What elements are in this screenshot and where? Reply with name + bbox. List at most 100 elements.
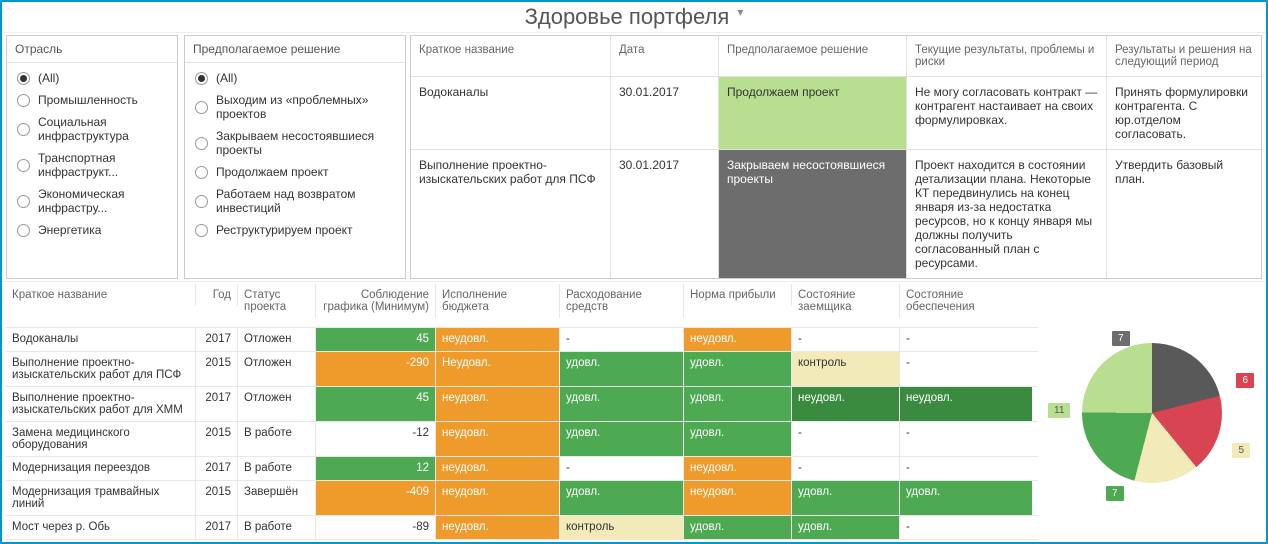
grid-cell: удовл. bbox=[684, 387, 792, 421]
detail-cell: Не могу согласовать контракт — контраген… bbox=[907, 77, 1107, 149]
grid-header[interactable]: Краткое название bbox=[6, 284, 196, 306]
grid-cell: 45 bbox=[316, 387, 436, 421]
grid-cell: - bbox=[792, 422, 900, 456]
top-section: Отрасль (All) Промышленность Социальная ин… bbox=[2, 33, 1266, 281]
grid-cell: - bbox=[900, 457, 1032, 480]
page-title-bar: Здоровье портфеля ▾ bbox=[2, 2, 1266, 33]
grid-cell: удовл. bbox=[560, 387, 684, 421]
slicer-item-label: (All) bbox=[216, 71, 237, 85]
slicer-item[interactable]: Закрываем несостоявшиеся проекты bbox=[187, 125, 403, 161]
detail-cell: Закрываем несостоявшиеся проекты bbox=[719, 150, 907, 278]
detail-header[interactable]: Предполагаемое решение bbox=[719, 36, 907, 76]
grid-cell: - bbox=[900, 422, 1032, 456]
page-title: Здоровье портфеля bbox=[525, 4, 730, 29]
pie-wrap: 7 6 5 7 11 bbox=[1072, 333, 1232, 493]
grid-cell: контроль bbox=[560, 516, 684, 539]
detail-cell: Выполнение проектно-изыскательских работ… bbox=[411, 150, 611, 278]
grid-cell: Выполнение проектно-изыскательских работ… bbox=[6, 352, 196, 386]
grid-cell: удовл. bbox=[684, 422, 792, 456]
slicer-industry-header: Отрасль bbox=[7, 36, 177, 63]
slicer-item-label: Работаем над возвратом инвестиций bbox=[216, 187, 395, 215]
grid-cell: неудовл. bbox=[436, 516, 560, 539]
grid-cell: В работе bbox=[238, 422, 316, 456]
slicer-item-label: (All) bbox=[38, 71, 59, 85]
grid-header[interactable]: Год bbox=[196, 284, 238, 306]
slicer-decision: Предполагаемое решение (All)Выходим из «… bbox=[184, 35, 406, 279]
grid-header[interactable]: Соблюдение графика (Минимум) bbox=[316, 284, 436, 318]
grid-row[interactable]: Модернизация трамвайных линий2015Завершё… bbox=[6, 481, 1038, 516]
grid-cell: 12 bbox=[316, 457, 436, 480]
grid-header[interactable]: Состояние заемщика bbox=[792, 284, 900, 318]
grid-row[interactable]: Модернизация переездов2017В работе12неуд… bbox=[6, 457, 1038, 481]
slicer-item[interactable]: Выходим из «проблемных» проектов bbox=[187, 89, 403, 125]
grid-header[interactable]: Исполнение бюджета bbox=[436, 284, 560, 318]
slicer-item[interactable]: (All) bbox=[187, 67, 403, 89]
slicer-item[interactable]: Транспортная инфраструкт... bbox=[9, 147, 175, 183]
filter-icon[interactable]: ▾ bbox=[737, 5, 743, 19]
pie-label: 11 bbox=[1048, 403, 1070, 418]
slicer-industry-body: (All) Промышленность Социальная инфраструк… bbox=[7, 63, 177, 245]
slicer-item[interactable]: Промышленность bbox=[9, 89, 175, 111]
grid-cell: 2017 bbox=[196, 516, 238, 539]
slicer-item-label: Реструктурируем проект bbox=[216, 223, 353, 237]
grid-cell: неудовл. bbox=[792, 387, 900, 421]
radio-icon bbox=[17, 224, 30, 237]
slicer-item[interactable]: Реструктурируем проект bbox=[187, 219, 403, 241]
grid-cell: Выполнение проектно-изыскательских работ… bbox=[6, 387, 196, 421]
grid-header[interactable]: Статус проекта bbox=[238, 284, 316, 318]
grid-cell: - bbox=[792, 457, 900, 480]
radio-icon bbox=[195, 195, 208, 208]
detail-header[interactable]: Результаты и решения на следующий период bbox=[1107, 36, 1261, 76]
slicer-item[interactable]: Работаем над возвратом инвестиций bbox=[187, 183, 403, 219]
grid-cell: удовл. bbox=[792, 516, 900, 539]
grid-row[interactable]: Мост через р. Обь2017В работе-89неудовл.… bbox=[6, 516, 1038, 540]
grid-header[interactable]: Расходование средств bbox=[560, 284, 684, 318]
grid-cell: Модернизация трамвайных линий bbox=[6, 481, 196, 515]
pie-chart[interactable]: 7 6 5 7 11 bbox=[1042, 284, 1262, 541]
detail-cell: Утвердить базовый план. bbox=[1107, 150, 1261, 278]
grid-cell: удовл. bbox=[684, 352, 792, 386]
detail-row[interactable]: Выполнение проектно-изыскательских работ… bbox=[411, 150, 1261, 279]
slicer-item-label: Продолжаем проект bbox=[216, 165, 328, 179]
slicer-item[interactable]: Социальная инфраструктура bbox=[9, 111, 175, 147]
slicer-item-label: Социальная инфраструктура bbox=[38, 115, 167, 143]
radio-icon bbox=[195, 101, 208, 114]
detail-body: Водоканалы30.01.2017Продолжаем проектНе … bbox=[411, 77, 1261, 279]
grid-cell: - bbox=[900, 352, 1032, 386]
grid-cell: неудовл. bbox=[436, 328, 560, 351]
detail-header[interactable]: Дата bbox=[611, 36, 719, 76]
grid-header[interactable]: Состояние обеспечения bbox=[900, 284, 1032, 318]
grid-row[interactable]: Замена медицинского оборудования2015В ра… bbox=[6, 422, 1038, 457]
detail-header[interactable]: Текущие результаты, проблемы и риски bbox=[907, 36, 1107, 76]
grid-cell: Замена медицинского оборудования bbox=[6, 422, 196, 456]
grid-cell: удовл. bbox=[684, 516, 792, 539]
detail-cell: Водоканалы bbox=[411, 77, 611, 149]
slicer-item-label: Выходим из «проблемных» проектов bbox=[216, 93, 395, 121]
grid-cell: неудовл. bbox=[436, 387, 560, 421]
slicer-item[interactable]: Продолжаем проект bbox=[187, 161, 403, 183]
grid-cell: неудовл. bbox=[436, 481, 560, 515]
slicer-item-label: Промышленность bbox=[38, 93, 138, 107]
detail-header[interactable]: Краткое название bbox=[411, 36, 611, 76]
grid-cell: удовл. bbox=[560, 481, 684, 515]
grid-cell: -409 bbox=[316, 481, 436, 515]
slicer-item-label: Экономическая инфрастру... bbox=[38, 187, 167, 215]
grid-cell: неудовл. bbox=[436, 457, 560, 480]
slicer-item[interactable]: Экономическая инфрастру... bbox=[9, 183, 175, 219]
slicer-item[interactable]: Энергетика bbox=[9, 219, 175, 241]
grid-cell: 2015 bbox=[196, 481, 238, 515]
slicer-item-label: Закрываем несостоявшиеся проекты bbox=[216, 129, 395, 157]
detail-header-row: Краткое название Дата Предполагаемое реш… bbox=[411, 36, 1261, 77]
detail-cell: Принять формулировки контрагента. С юр.о… bbox=[1107, 77, 1261, 149]
grid-row[interactable]: Водоканалы2017Отложен45неудовл.-неудовл.… bbox=[6, 328, 1038, 352]
grid-cell: Неудовл. bbox=[436, 352, 560, 386]
detail-row[interactable]: Водоканалы30.01.2017Продолжаем проектНе … bbox=[411, 77, 1261, 150]
grid-header[interactable]: Норма прибыли bbox=[684, 284, 792, 306]
grid-row[interactable]: Выполнение проектно-изыскательских работ… bbox=[6, 352, 1038, 387]
grid-cell: - bbox=[792, 328, 900, 351]
slicer-item[interactable]: (All) bbox=[9, 67, 175, 89]
pie-label: 7 bbox=[1112, 331, 1130, 346]
radio-icon bbox=[195, 224, 208, 237]
grid-row[interactable]: Выполнение проектно-изыскательских работ… bbox=[6, 387, 1038, 422]
grid-cell: -12 bbox=[316, 422, 436, 456]
